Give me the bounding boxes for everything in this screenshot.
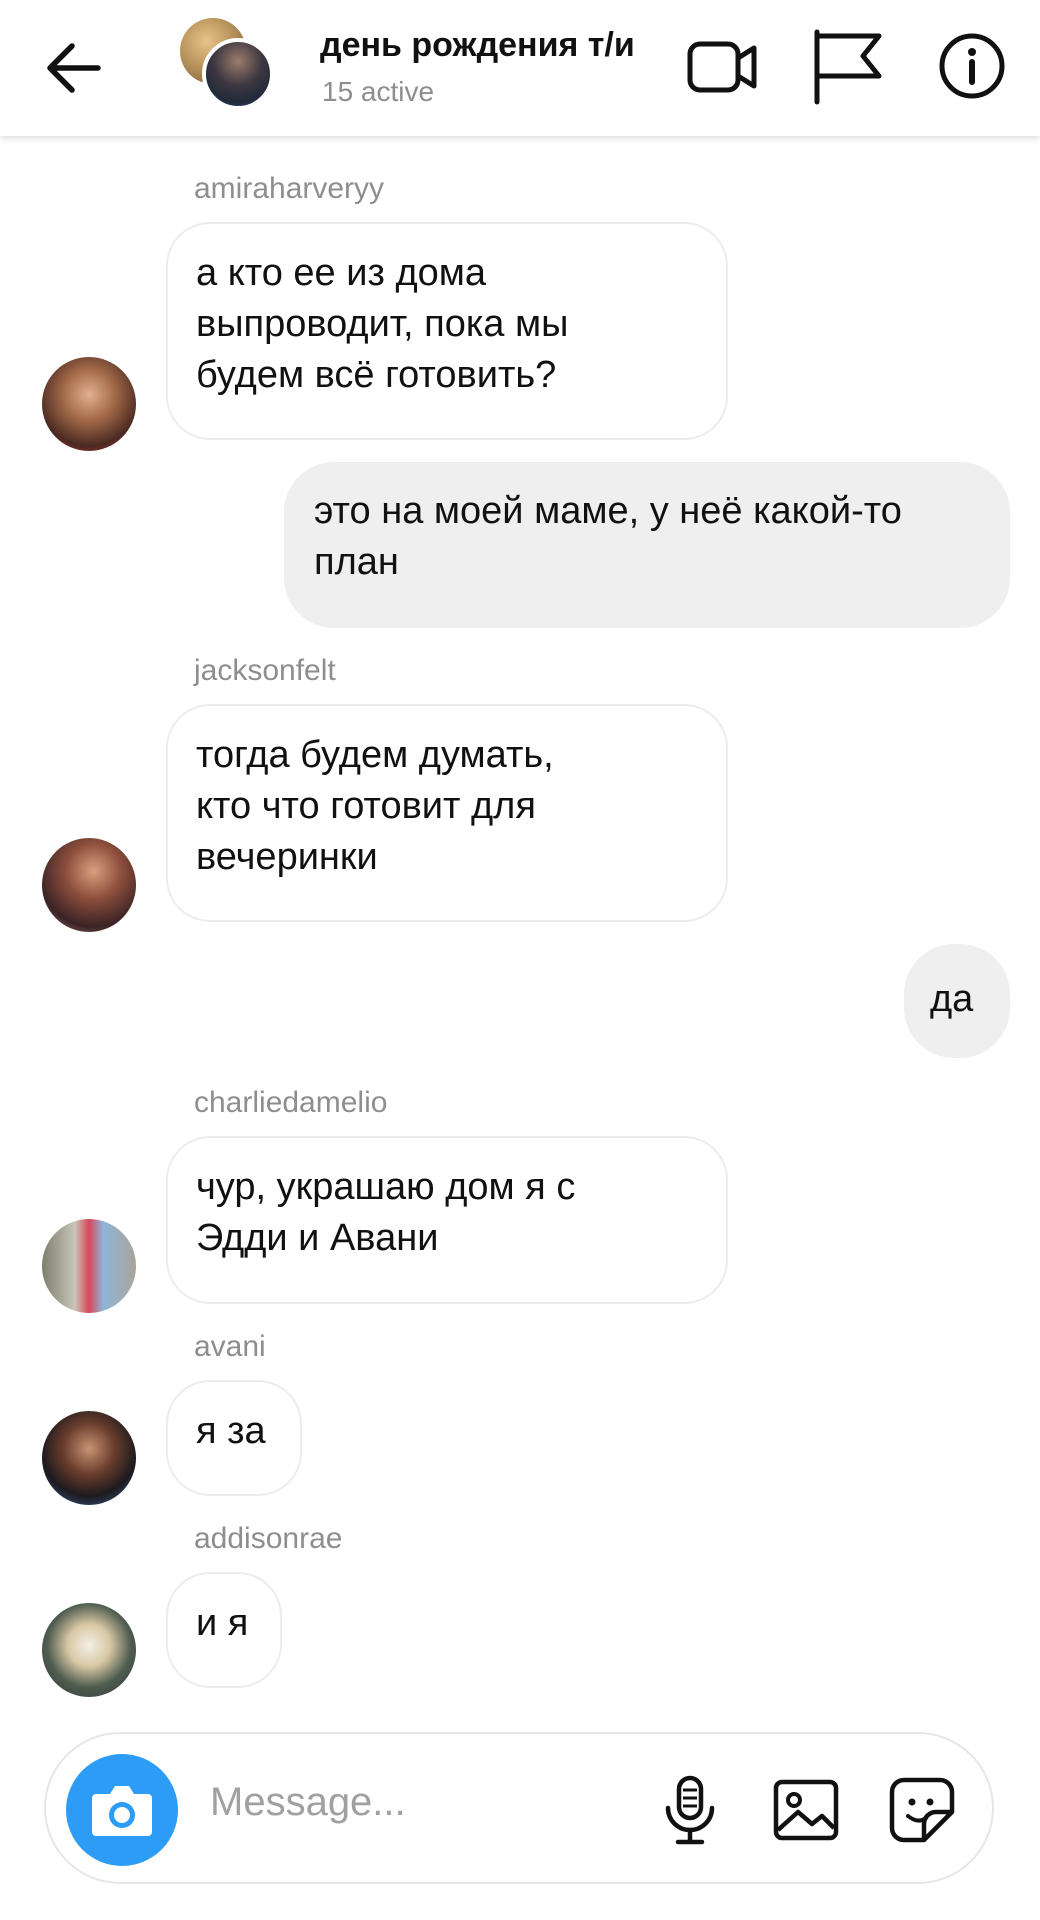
avatar[interactable]: [42, 838, 136, 932]
avatar[interactable]: [42, 1219, 136, 1313]
flag-icon: [814, 29, 882, 105]
chat-title[interactable]: день рождения т/и: [320, 26, 635, 65]
avatar[interactable]: [42, 1603, 136, 1697]
image-icon: [773, 1779, 839, 1841]
message-bubble[interactable]: тогда будем думать, кто что готовит для …: [166, 704, 728, 922]
message-bubble[interactable]: а кто ее из дома выпроводит, пока мы буд…: [166, 222, 728, 440]
report-button[interactable]: [805, 24, 889, 108]
avatar[interactable]: [42, 357, 136, 451]
back-button[interactable]: [40, 36, 112, 100]
message-line: Эдди и Авани: [196, 1217, 439, 1259]
avatar[interactable]: [42, 1411, 136, 1505]
message-line: план: [314, 541, 399, 583]
message-line: это на моей маме, у неё какой-то: [314, 490, 902, 532]
video-call-button[interactable]: [680, 24, 764, 108]
avatar: [202, 38, 274, 110]
message-line: а кто ее из дома: [196, 252, 487, 294]
camera-icon: [92, 1786, 152, 1836]
voice-message-button[interactable]: [652, 1772, 728, 1848]
chat-header: день рождения т/и 15 active: [0, 0, 1040, 136]
arrow-left-icon: [47, 43, 101, 93]
info-icon: [939, 33, 1005, 99]
sticker-button[interactable]: [884, 1772, 960, 1848]
message-line: будем всё готовить?: [196, 354, 557, 396]
video-camera-icon: [687, 41, 757, 93]
message-line: кто что готовит для: [196, 785, 536, 827]
gallery-button[interactable]: [768, 1772, 844, 1848]
microphone-icon: [665, 1775, 715, 1845]
camera-button[interactable]: [66, 1754, 178, 1866]
message-bubble[interactable]: чур, украшаю дом я с Эдди и Авани: [166, 1136, 728, 1304]
sticker-icon: [889, 1777, 955, 1843]
message-bubble-outgoing[interactable]: да: [904, 944, 1010, 1058]
info-button[interactable]: [930, 24, 1014, 108]
message-line: тогда будем думать,: [196, 734, 554, 776]
sender-name: addisonrae: [194, 1522, 343, 1555]
message-line: я за: [196, 1410, 266, 1452]
message-bubble-outgoing[interactable]: это на моей маме, у неё какой-то план: [284, 462, 1010, 628]
message-bubble[interactable]: я за: [166, 1380, 302, 1496]
sender-name: jacksonfelt: [194, 654, 336, 687]
sender-name: avani: [194, 1330, 266, 1363]
message-line: вечеринки: [196, 836, 378, 878]
message-line: чур, украшаю дом я с: [196, 1166, 576, 1208]
active-count: 15 active: [322, 76, 435, 107]
sender-name: amiraharveryy: [194, 172, 385, 205]
message-composer: Message...: [44, 1732, 994, 1884]
group-avatar[interactable]: [180, 18, 276, 110]
message-input[interactable]: Message...: [210, 1780, 406, 1825]
message-line: выпроводит, пока мы: [196, 303, 569, 345]
sender-name: charliedamelio: [194, 1086, 388, 1119]
message-line: и я: [196, 1602, 249, 1644]
message-line: да: [930, 978, 974, 1020]
message-bubble[interactable]: и я: [166, 1572, 282, 1688]
